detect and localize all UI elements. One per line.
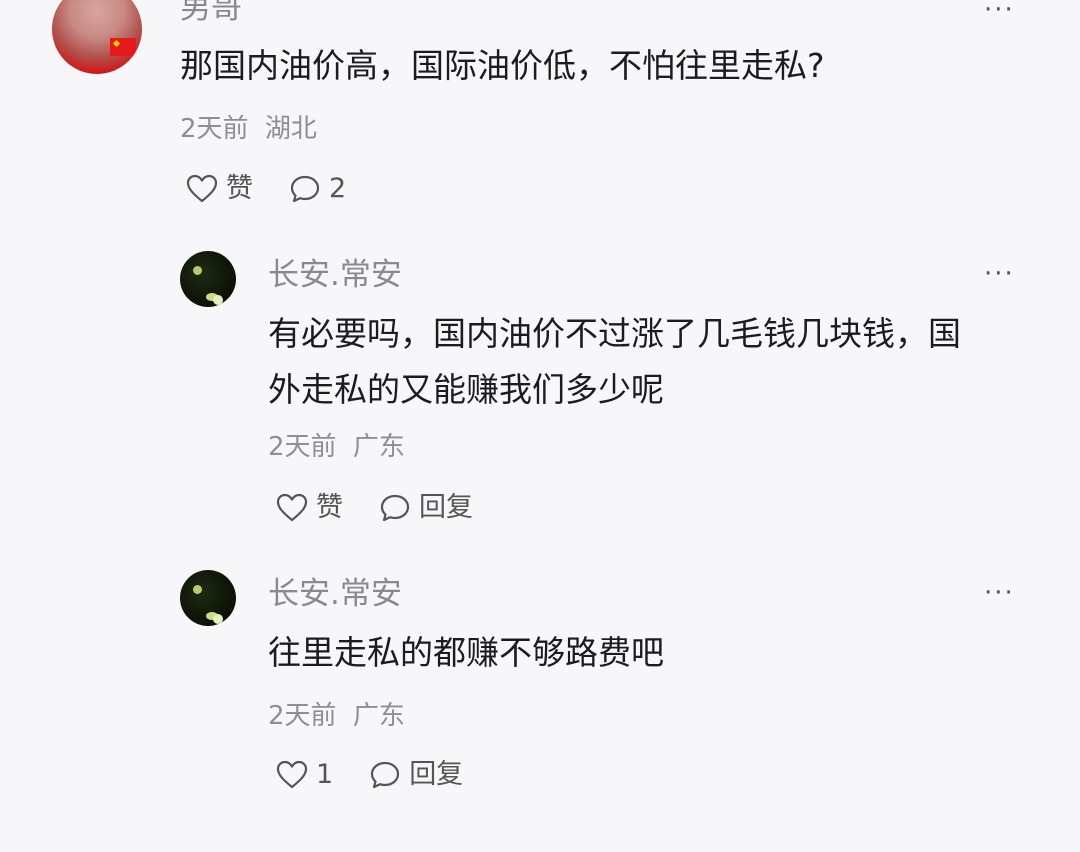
- username[interactable]: 长安.常安: [268, 576, 402, 612]
- avatar[interactable]: [180, 251, 236, 307]
- avatar[interactable]: [180, 570, 236, 626]
- like-button[interactable]: 1: [276, 760, 333, 790]
- comment-text: 有必要吗，国内油价不过涨了几毛钱几块钱，国 外走私的又能赚我们多少呢: [268, 314, 961, 409]
- comment-meta: 2天前 湖北: [180, 114, 317, 144]
- reply-button[interactable]: 回复: [379, 493, 473, 523]
- comment-actions: 赞 回复: [276, 493, 509, 523]
- like-button[interactable]: 赞: [276, 493, 343, 523]
- comment-thread: 男哥 ··· 那国内油价高，国际油价低，不怕往里走私? 2天前 湖北 赞 2 长…: [0, 0, 1080, 852]
- location: 湖北: [264, 114, 317, 144]
- comment-bubble-icon: [380, 494, 410, 522]
- avatar[interactable]: [52, 0, 142, 74]
- reply-button[interactable]: 2: [289, 174, 346, 204]
- like-label: 赞: [316, 492, 343, 523]
- comment-meta: 2天前 广东: [268, 701, 405, 731]
- comment-bubble-icon: [371, 761, 400, 789]
- username[interactable]: 男哥: [180, 0, 242, 26]
- timestamp: 2天前: [268, 701, 337, 731]
- reply-count: 2: [329, 173, 347, 204]
- comment-meta: 2天前 广东: [268, 432, 405, 462]
- reply-label: 回复: [419, 492, 473, 523]
- comment-actions: 赞 2: [186, 174, 382, 204]
- comment-text: 往里走私的都赚不够路费吧: [268, 633, 664, 672]
- like-button[interactable]: 赞: [186, 174, 253, 204]
- reply-label: 回复: [409, 759, 464, 790]
- location: 广东: [352, 432, 405, 462]
- more-icon[interactable]: ···: [984, 0, 1015, 23]
- location: 广东: [352, 701, 405, 731]
- comment-bubble-icon: [290, 175, 320, 203]
- heart-icon: [276, 493, 308, 522]
- heart-icon: [186, 174, 218, 203]
- comment-text: 那国内油价高，国际油价低，不怕往里走私?: [180, 46, 825, 85]
- timestamp: 2天前: [180, 114, 249, 144]
- username[interactable]: 长安.常安: [268, 257, 402, 293]
- flag-icon: [110, 38, 136, 56]
- more-icon[interactable]: ···: [984, 261, 1015, 287]
- comment-actions: 1 回复: [276, 760, 499, 790]
- timestamp: 2天前: [268, 432, 337, 462]
- reply-button[interactable]: 回复: [369, 760, 463, 790]
- like-count: 1: [316, 759, 334, 790]
- heart-icon: [276, 760, 308, 789]
- more-icon[interactable]: ···: [984, 580, 1015, 606]
- like-label: 赞: [226, 173, 253, 204]
